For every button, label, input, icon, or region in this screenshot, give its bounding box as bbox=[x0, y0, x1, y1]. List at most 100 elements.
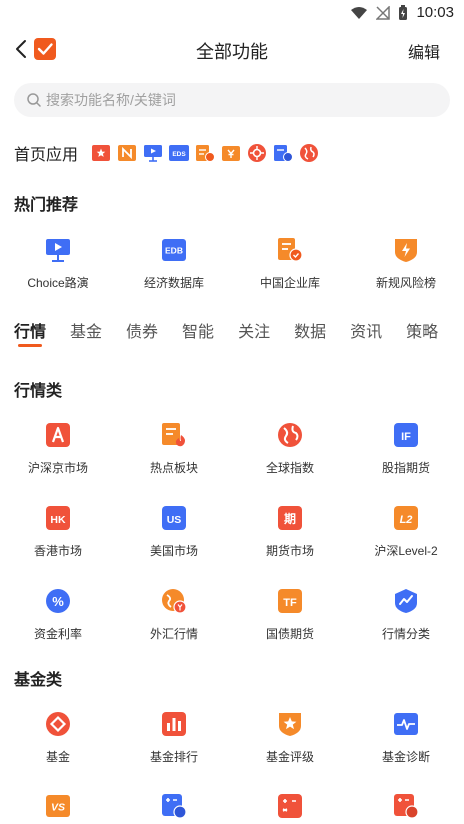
search-bar[interactable] bbox=[14, 83, 450, 117]
star-badge-icon bbox=[279, 713, 301, 736]
star-flag-icon[interactable] bbox=[90, 142, 112, 164]
us-icon: US bbox=[162, 506, 186, 530]
hot-item-risk-list[interactable]: 新规风险榜 bbox=[348, 236, 464, 291]
hot-sector-icon bbox=[162, 423, 185, 447]
report-clock-icon[interactable] bbox=[272, 142, 294, 164]
calculator-alert-icon bbox=[394, 794, 419, 819]
tab-quotes[interactable]: 行情 bbox=[14, 318, 46, 354]
quotes-item-label: 行情分类 bbox=[381, 627, 430, 641]
hk-icon: HK bbox=[46, 506, 70, 530]
hot-grid: Choice路演 EDB 经济数据库 中国企业库 新规风险榜 bbox=[0, 236, 464, 291]
funds-item-ranking[interactable]: 基金排行 bbox=[116, 710, 232, 765]
hot-item-label: Choice路演 bbox=[27, 276, 89, 290]
quotes-item-us-market[interactable]: US 美国市场 bbox=[116, 504, 232, 559]
quotes-item-label: 股指期货 bbox=[381, 461, 430, 475]
company-doc-icon bbox=[278, 238, 303, 262]
forex-icon bbox=[162, 589, 187, 614]
funds-item-label: 基金评级 bbox=[265, 750, 314, 764]
eds-icon-text: EDS bbox=[172, 151, 186, 158]
edit-button[interactable]: 编辑 bbox=[408, 39, 440, 63]
funds-item-compare[interactable]: VS bbox=[0, 792, 116, 820]
funds-item-label: 基金诊断 bbox=[381, 750, 430, 764]
funds-row-1: 基金 基金排行 基金评级 基金诊断 bbox=[0, 710, 464, 765]
quotes-item-label: 沪深Level-2 bbox=[374, 544, 438, 558]
percent-icon: % bbox=[46, 589, 70, 613]
status-bar: 10:03 bbox=[0, 0, 464, 26]
tab-funds[interactable]: 基金 bbox=[70, 318, 102, 354]
hot-item-edb[interactable]: EDB 经济数据库 bbox=[116, 236, 232, 291]
futures-icon: 期 bbox=[278, 506, 302, 530]
a-share-icon bbox=[46, 423, 70, 447]
lightning-shield-icon bbox=[395, 239, 417, 262]
funds-item-diagnosis[interactable]: 基金诊断 bbox=[348, 710, 464, 765]
quotes-item-label: 沪深京市场 bbox=[27, 461, 88, 475]
level2-icon: L2 bbox=[394, 506, 418, 530]
tab-smart[interactable]: 智能 bbox=[182, 318, 214, 354]
tab-data[interactable]: 数据 bbox=[294, 318, 326, 354]
tab-bonds[interactable]: 债券 bbox=[126, 318, 158, 354]
quotes-item-label: 资金利率 bbox=[33, 627, 82, 641]
no-signal-icon bbox=[376, 5, 391, 20]
calculator-clock-icon bbox=[162, 794, 187, 819]
quotes-item-rates[interactable]: % 资金利率 bbox=[0, 587, 116, 642]
if-icon-text: IF bbox=[401, 431, 411, 443]
tab-news[interactable]: 资讯 bbox=[350, 318, 382, 354]
yen-wallet-icon[interactable] bbox=[220, 142, 242, 164]
battery-icon bbox=[399, 4, 408, 20]
hk-flower-icon[interactable] bbox=[246, 142, 268, 164]
tab-strategy[interactable]: 策略 bbox=[406, 318, 438, 354]
quotes-item-index-futures[interactable]: IF 股指期货 bbox=[348, 421, 464, 476]
quotes-section-title: 行情类 bbox=[14, 383, 63, 400]
quotes-item-label: 全球指数 bbox=[265, 461, 314, 475]
funds-item-calc-alert[interactable] bbox=[348, 792, 464, 820]
quotes-item-level2[interactable]: L2 沪深Level-2 bbox=[348, 504, 464, 559]
funds-item-calc-red[interactable] bbox=[232, 792, 348, 820]
nav-bar: 全部功能 编辑 bbox=[0, 30, 464, 70]
tf-icon-text: TF bbox=[283, 597, 297, 609]
n-news-icon[interactable] bbox=[116, 142, 138, 164]
quotes-item-hot-sector[interactable]: 热点板块 bbox=[116, 421, 232, 476]
wifi-icon bbox=[351, 6, 368, 19]
quotes-item-label: 香港市场 bbox=[33, 544, 82, 558]
hot-item-company-db[interactable]: 中国企业库 bbox=[232, 236, 348, 291]
globe-icon bbox=[278, 423, 302, 447]
quotes-row-1: 沪深京市场 热点板块 全球指数 IF 股指期货 bbox=[0, 421, 464, 476]
eds-icon[interactable]: EDS bbox=[168, 142, 190, 164]
quotes-item-futures-market[interactable]: 期 期货市场 bbox=[232, 504, 348, 559]
quotes-item-forex[interactable]: 外汇行情 bbox=[116, 587, 232, 642]
active-tab-indicator bbox=[18, 344, 42, 347]
hot-section-title: 热门推荐 bbox=[14, 197, 79, 214]
quotes-item-label: 期货市场 bbox=[265, 544, 314, 558]
company-doc-icon[interactable] bbox=[194, 142, 216, 164]
search-icon bbox=[27, 93, 41, 107]
funds-item-label: 基金排行 bbox=[149, 750, 198, 764]
hot-item-choice-roadshow[interactable]: Choice路演 bbox=[0, 236, 116, 291]
quotes-item-label: 外汇行情 bbox=[149, 627, 198, 641]
quotes-item-global-index[interactable]: 全球指数 bbox=[232, 421, 348, 476]
funds-row-2: VS bbox=[0, 792, 464, 820]
tab-follow[interactable]: 关注 bbox=[238, 318, 270, 354]
presentation-icon bbox=[46, 239, 70, 262]
calculator-red-icon bbox=[278, 794, 302, 818]
category-tabs: 行情 基金 债券 智能 关注 数据 资讯 策略 bbox=[14, 318, 464, 354]
quotes-item-classification[interactable]: 行情分类 bbox=[348, 587, 464, 642]
if-icon: IF bbox=[394, 423, 418, 447]
quotes-row-3: % 资金利率 外汇行情 TF 国债期货 行情分类 bbox=[0, 587, 464, 642]
home-apps-row: 首页应用 EDS bbox=[14, 140, 320, 166]
quotes-item-bond-futures[interactable]: TF 国债期货 bbox=[232, 587, 348, 642]
quotes-item-a-share[interactable]: 沪深京市场 bbox=[0, 421, 116, 476]
funds-item-label: 基金 bbox=[45, 750, 70, 764]
quotes-item-hk-market[interactable]: HK 香港市场 bbox=[0, 504, 116, 559]
level2-icon-text: L2 bbox=[400, 514, 413, 526]
pulse-icon bbox=[394, 713, 418, 735]
home-apps-label: 首页应用 bbox=[14, 147, 79, 164]
bar-ranking-icon bbox=[162, 712, 186, 736]
presentation-icon[interactable] bbox=[142, 142, 164, 164]
funds-item-rating[interactable]: 基金评级 bbox=[232, 710, 348, 765]
funds-item-calc-clock[interactable] bbox=[116, 792, 232, 820]
funds-item-fund[interactable]: 基金 bbox=[0, 710, 116, 765]
search-input[interactable] bbox=[46, 92, 450, 108]
globe-mini-icon[interactable] bbox=[298, 142, 320, 164]
tf-icon: TF bbox=[278, 589, 302, 613]
clock: 10:03 bbox=[416, 4, 454, 21]
